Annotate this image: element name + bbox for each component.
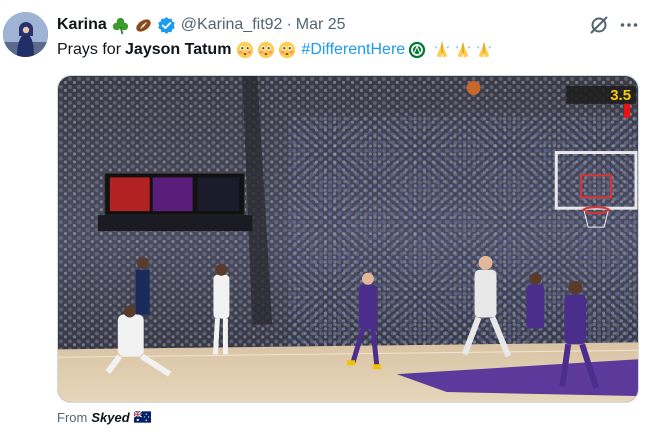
australia-flag-icon [133,411,151,423]
header-separator: · [286,16,292,33]
hashtag-link[interactable]: #DifferentHere [301,41,405,59]
folded-hands-emoji [433,41,451,59]
author-name[interactable]: Karina [57,16,107,34]
tweet-text: Prays for Jayson Tatum #DifferentHere [57,39,493,61]
tweet-date[interactable]: Mar 25 [296,16,346,34]
flushed-face-emoji [236,41,254,59]
author-handle[interactable]: @Karina_fit92 [181,16,283,34]
folded-hands-emoji [454,41,472,59]
from-source-link[interactable]: Skyed [91,410,129,425]
celtics-logo-icon [408,41,426,59]
tweet-text-bold: Jayson Tatum [125,41,232,58]
tweet-header: Karina @Karina_fit92 · Mar 25 [57,14,346,36]
media-attribution: From Skyed [57,407,151,427]
more-options-icon[interactable] [618,14,640,36]
scoreboard-clock: 3.5 [610,87,631,104]
flushed-face-emoji [278,41,296,59]
tweet-card[interactable]: Karina @Karina_fit92 · Mar 25 Prays for … [0,0,651,444]
verified-badge-icon [157,16,176,35]
from-label: From [57,409,88,425]
shamrock-emoji [111,16,130,35]
folded-hands-emoji [475,41,493,59]
tweet-text-prefix: Prays for [57,41,122,58]
flushed-face-emoji [257,41,275,59]
football-emoji [134,16,153,35]
grok-icon[interactable] [588,14,610,36]
video-thumbnail[interactable]: 3.5 [57,75,639,403]
author-avatar[interactable] [3,12,48,57]
